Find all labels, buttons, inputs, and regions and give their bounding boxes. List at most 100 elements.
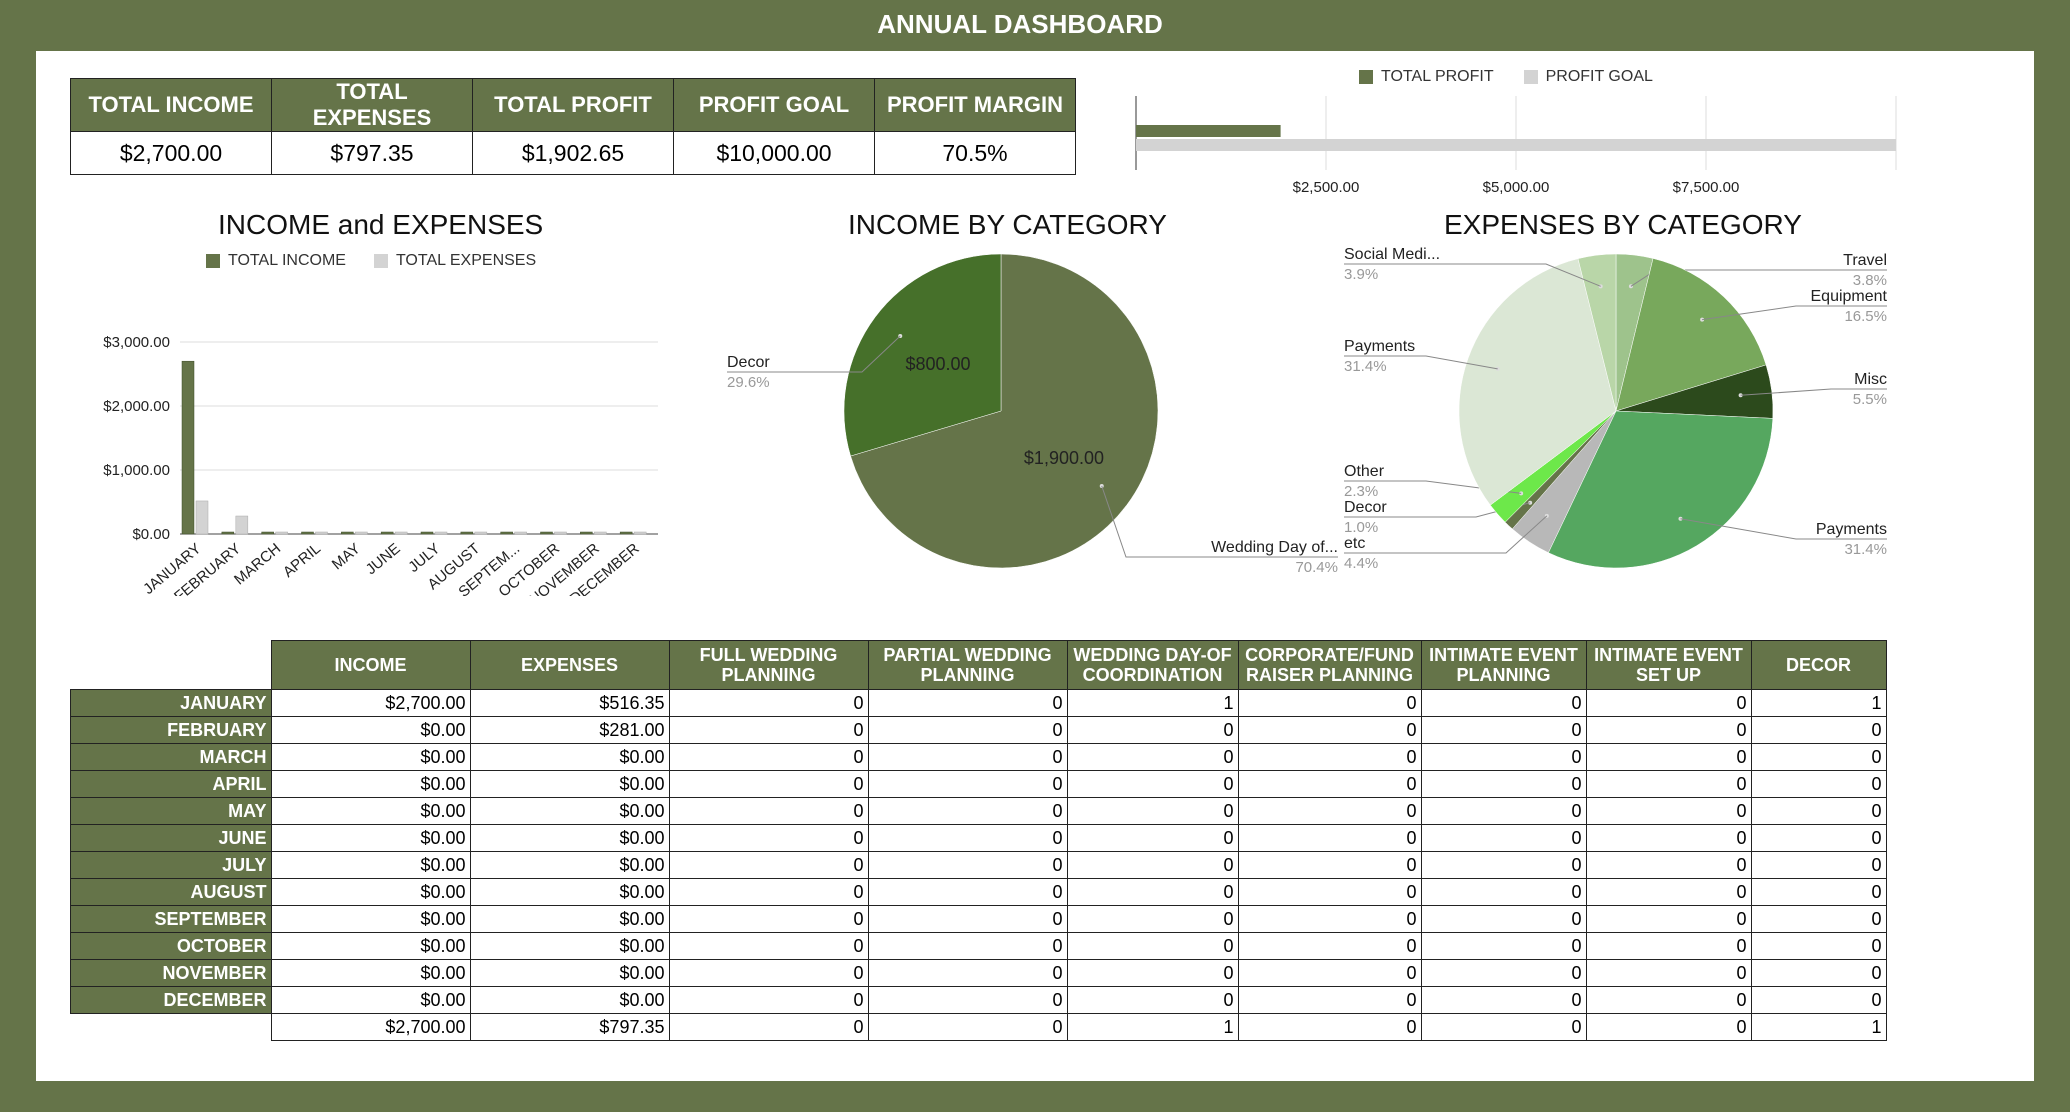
summary-total-income: $2,700.00 [70,131,272,175]
monthly-cell: $0.00 [270,932,471,960]
dashboard-panel: TOTAL INCOME TOTAL EXPENSES TOTAL PROFIT… [36,51,2034,1081]
bar-total-profit [1136,125,1281,137]
ie-ytick-label: $0.00 [132,526,170,543]
col-intimate-setup: INTIMATE EVENT SET UP [1585,640,1752,690]
monthly-cell: $0.00 [469,878,670,906]
monthly-cell: 0 [668,878,869,906]
monthly-cell: 0 [668,986,869,1014]
ie-ytick-label: $3,000.00 [103,334,170,351]
monthly-cell: $0.00 [270,959,471,987]
monthly-cell: 0 [1750,743,1887,771]
monthly-cell: 0 [1066,824,1239,852]
legend-label-total-profit: TOTAL PROFIT [1381,68,1494,85]
expense-pie-slice-label: etc [1344,535,1365,552]
ie-ytick-label: $2,000.00 [103,398,170,415]
monthly-row: NOVEMBER $0.00 $0.00 0 0 0 0 0 0 0 [70,959,1887,987]
monthly-cell: 0 [1750,851,1887,879]
monthly-cell: 0 [1237,905,1422,933]
expenses-by-category-title: EXPENSES BY CATEGORY [1444,209,1802,240]
income-pie-slice-label: Wedding Day of... [1211,539,1338,556]
income-pie-value-label: $1,900.00 [1024,448,1104,468]
monthly-cell: $2,700.00 [270,689,471,717]
monthly-cell: 0 [1750,797,1887,825]
income-expenses-legend: TOTAL INCOME TOTAL EXPENSES [206,252,536,270]
expense-pie-slice-label: Decor [1344,499,1387,516]
monthly-cell: 0 [1066,851,1239,879]
summary-table: TOTAL INCOME TOTAL EXPENSES TOTAL PROFIT… [70,78,1076,175]
monthly-cell: $0.00 [469,959,670,987]
monthly-cell: 0 [1420,716,1587,744]
monthly-cell: 0 [668,716,869,744]
expense-pie-slice-pct: 3.8% [1853,272,1887,289]
monthly-cell: 0 [1585,716,1752,744]
monthly-cell: 0 [1750,824,1887,852]
monthly-cell: 0 [1585,743,1752,771]
monthly-cell: $0.00 [270,797,471,825]
monthly-cell: 0 [1237,959,1422,987]
monthly-cell: 0 [1585,959,1752,987]
expense-pie-slice-pct: 31.4% [1844,541,1887,558]
summary-header-total-profit: TOTAL PROFIT [472,78,674,132]
monthly-cell: 0 [1237,770,1422,798]
monthly-cell: $516.35 [469,689,670,717]
monthly-cell: $281.00 [469,716,670,744]
col-income: INCOME [270,640,471,690]
ie-xtick-label: APRIL [280,540,324,581]
total-cell: 0 [867,1013,1068,1041]
dashboard-title: ANNUAL DASHBOARD [877,9,1163,39]
total-cell: $2,700.00 [270,1013,471,1041]
monthly-cell: 0 [1420,959,1587,987]
monthly-cell: 0 [1420,743,1587,771]
ie-ytick-label: $1,000.00 [103,462,170,479]
bar-income [460,531,474,535]
monthly-cell: 0 [1750,905,1887,933]
col-expenses: EXPENSES [469,640,670,690]
bar-income [301,531,314,535]
monthly-cell: 0 [668,770,869,798]
monthly-cell: 0 [1750,932,1887,960]
expense-pie-slice-label: Equipment [1811,288,1888,305]
income-by-category-title: INCOME BY CATEGORY [848,209,1167,240]
totals-row: $2,700.00 $797.35 0 0 1 0 0 0 1 [70,1013,1887,1041]
profit-tick-label: $2,500.00 [1293,179,1360,196]
profit-tick-label: $5,000.00 [1483,179,1550,196]
summary-total-profit: $1,902.65 [472,131,674,175]
monthly-cell: $0.00 [270,743,471,771]
monthly-row: MAY $0.00 $0.00 0 0 0 0 0 0 0 [70,797,1887,825]
monthly-cell: 0 [668,959,869,987]
monthly-row: JANUARY $2,700.00 $516.35 0 0 1 0 0 0 1 [70,689,1887,717]
col-partial-wedding: PARTIAL WEDDING PLANNING [867,640,1068,690]
expense-pie-slice-label: Social Medi... [1344,246,1440,263]
income-pie-chart: Wedding Day of...70.4%$1,900.00Decor29.6… [727,253,1338,576]
legend-label-total-expenses: TOTAL EXPENSES [395,252,537,269]
total-cell: $797.35 [469,1013,670,1041]
profit-goal-chart: $2,500.00 $5,000.00 $7,500.00 [1135,96,1897,196]
monthly-cell: 0 [1585,932,1752,960]
monthly-cell: $0.00 [270,770,471,798]
bar-profit-goal [1136,139,1896,151]
monthly-cell: $0.00 [270,716,471,744]
monthly-cell: 0 [1420,932,1587,960]
month-label: JANUARY [70,689,272,717]
monthly-cell: 0 [1420,986,1587,1014]
monthly-cell: 0 [1237,743,1422,771]
monthly-cell: 0 [1066,905,1239,933]
bar-expenses [195,500,209,535]
monthly-cell: 0 [1066,986,1239,1014]
monthly-cell: $0.00 [469,743,670,771]
monthly-cell: 0 [867,959,1068,987]
col-decor: DECOR [1750,640,1887,690]
monthly-cell: 0 [668,689,869,717]
monthly-cell: 0 [1750,770,1887,798]
monthly-row: SEPTEMBER $0.00 $0.00 0 0 0 0 0 0 0 [70,905,1887,933]
bar-expenses [594,531,607,535]
monthly-cell: 0 [1237,986,1422,1014]
bar-expenses [434,531,448,535]
monthly-cell: 0 [1237,851,1422,879]
summary-profit-goal: $10,000.00 [673,131,875,175]
month-label: JULY [70,851,272,879]
monthly-cell: 1 [1750,689,1887,717]
bar-expenses [554,531,567,535]
monthly-cell: 0 [1237,878,1422,906]
bar-expenses [355,531,368,535]
